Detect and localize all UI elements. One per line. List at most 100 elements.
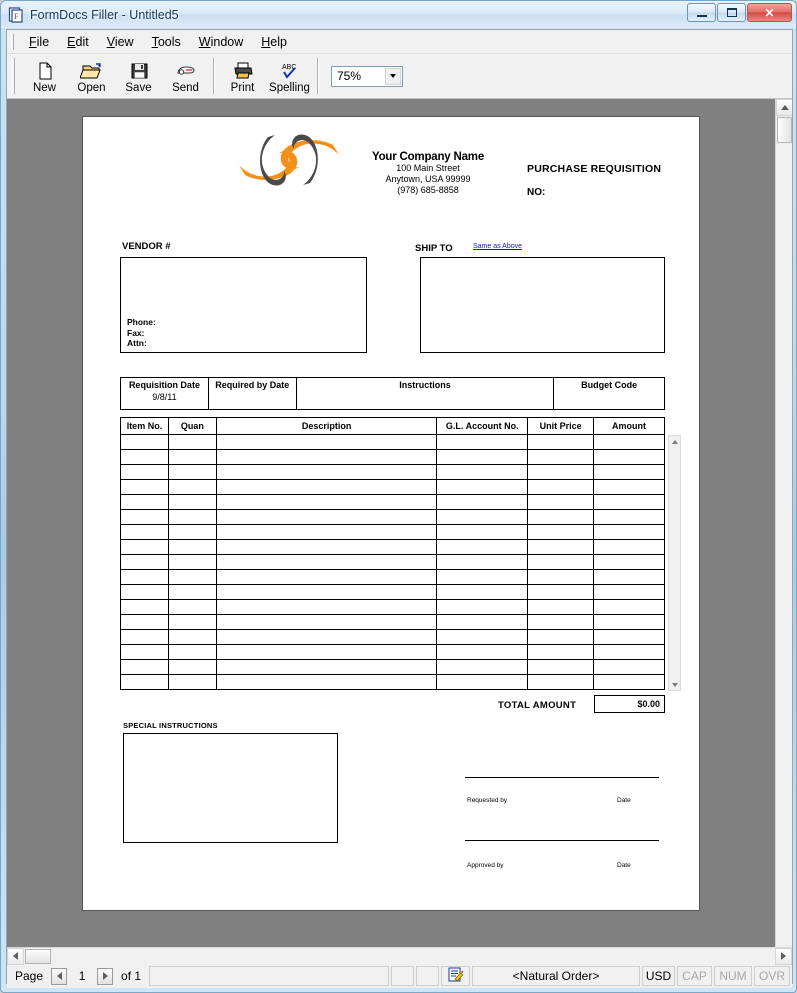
table-cell[interactable] (593, 524, 665, 540)
table-row[interactable] (120, 509, 665, 525)
table-cell[interactable] (436, 479, 529, 495)
minimize-button[interactable] (687, 3, 716, 22)
table-cell[interactable] (436, 434, 529, 450)
table-cell[interactable] (120, 449, 169, 465)
table-cell[interactable] (215, 569, 438, 585)
zoom-dropdown-button[interactable] (385, 67, 401, 85)
same-as-above-link[interactable]: Same as Above (473, 243, 522, 250)
table-cell[interactable] (593, 449, 665, 465)
table-cell[interactable] (527, 554, 595, 570)
sort-order-indicator[interactable]: <Natural Order> (472, 966, 640, 986)
table-row[interactable] (120, 674, 665, 690)
table-cell[interactable] (593, 539, 665, 555)
menubar-grip[interactable] (11, 33, 14, 50)
document-horizontal-scrollbar[interactable] (7, 947, 792, 965)
table-cell[interactable] (527, 494, 595, 510)
table-cell[interactable] (593, 479, 665, 495)
doc-scroll-right-button[interactable] (775, 947, 792, 965)
table-cell[interactable] (436, 524, 529, 540)
table-cell[interactable] (167, 479, 217, 495)
table-cell[interactable] (593, 629, 665, 645)
table-cell[interactable] (593, 599, 665, 615)
table-cell[interactable] (436, 674, 529, 690)
table-cell[interactable] (167, 554, 217, 570)
table-cell[interactable] (167, 644, 217, 660)
table-cell[interactable] (120, 569, 169, 585)
table-cell[interactable] (527, 674, 595, 690)
doc-hscroll-thumb[interactable] (25, 948, 51, 964)
menu-view[interactable]: View (98, 32, 143, 52)
table-row[interactable] (120, 629, 665, 645)
table-cell[interactable] (215, 614, 438, 630)
table-row[interactable] (120, 614, 665, 630)
table-cell[interactable] (215, 509, 438, 525)
table-cell[interactable] (436, 644, 529, 660)
special-instructions-field[interactable] (123, 733, 338, 843)
table-cell[interactable] (527, 644, 595, 660)
doc-scroll-up-button[interactable] (776, 99, 792, 116)
table-cell[interactable] (120, 479, 169, 495)
table-cell[interactable] (215, 449, 438, 465)
table-cell[interactable] (215, 479, 438, 495)
table-cell[interactable] (120, 434, 169, 450)
table-cell[interactable] (215, 659, 438, 675)
table-cell[interactable] (167, 674, 217, 690)
table-cell[interactable] (593, 434, 665, 450)
next-page-button[interactable] (97, 967, 114, 985)
table-cell[interactable] (167, 629, 217, 645)
table-cell[interactable] (593, 464, 665, 480)
table-cell[interactable] (120, 509, 169, 525)
table-cell[interactable] (215, 644, 438, 660)
menu-window[interactable]: Window (190, 32, 252, 52)
table-cell[interactable] (527, 614, 595, 630)
document-vertical-scrollbar[interactable] (775, 99, 792, 947)
table-cell[interactable] (167, 434, 217, 450)
table-cell[interactable] (120, 644, 169, 660)
table-cell[interactable] (120, 524, 169, 540)
table-cell[interactable] (120, 674, 169, 690)
doc-scroll-thumb[interactable] (777, 117, 792, 143)
table-cell[interactable] (436, 599, 529, 615)
send-button[interactable]: Send (162, 54, 209, 98)
table-cell[interactable] (527, 569, 595, 585)
table-cell[interactable] (120, 599, 169, 615)
table-cell[interactable] (167, 494, 217, 510)
table-row[interactable] (120, 449, 665, 465)
required-by-date-cell[interactable]: Required by Date (207, 377, 297, 410)
table-row[interactable] (120, 659, 665, 675)
previous-page-button[interactable] (51, 967, 68, 985)
table-cell[interactable] (120, 554, 169, 570)
table-cell[interactable] (215, 674, 438, 690)
table-row[interactable] (120, 434, 665, 450)
table-row[interactable] (120, 584, 665, 600)
document-canvas[interactable]: Your Company Name 100 Main Street Anytow… (7, 99, 792, 947)
table-cell[interactable] (436, 569, 529, 585)
table-cell[interactable] (527, 584, 595, 600)
table-cell[interactable] (120, 494, 169, 510)
close-button[interactable]: ✕ (747, 3, 792, 22)
table-cell[interactable] (436, 584, 529, 600)
table-cell[interactable] (436, 554, 529, 570)
toolbar-grip[interactable] (12, 58, 15, 94)
table-cell[interactable] (167, 464, 217, 480)
menu-edit[interactable]: Edit (58, 32, 98, 52)
table-cell[interactable] (593, 659, 665, 675)
new-button[interactable]: New (21, 54, 68, 98)
table-cell[interactable] (215, 524, 438, 540)
table-row[interactable] (120, 569, 665, 585)
table-cell[interactable] (593, 674, 665, 690)
table-cell[interactable] (436, 614, 529, 630)
save-button[interactable]: Save (115, 54, 162, 98)
table-cell[interactable] (215, 494, 438, 510)
table-cell[interactable] (167, 599, 217, 615)
table-cell[interactable] (527, 539, 595, 555)
table-cell[interactable] (215, 629, 438, 645)
table-cell[interactable] (527, 629, 595, 645)
table-cell[interactable] (120, 629, 169, 645)
maximize-button[interactable] (717, 3, 746, 22)
table-row[interactable] (120, 554, 665, 570)
table-cell[interactable] (167, 524, 217, 540)
page-number-value[interactable]: 1 (69, 969, 95, 983)
table-cell[interactable] (593, 554, 665, 570)
table-cell[interactable] (167, 584, 217, 600)
